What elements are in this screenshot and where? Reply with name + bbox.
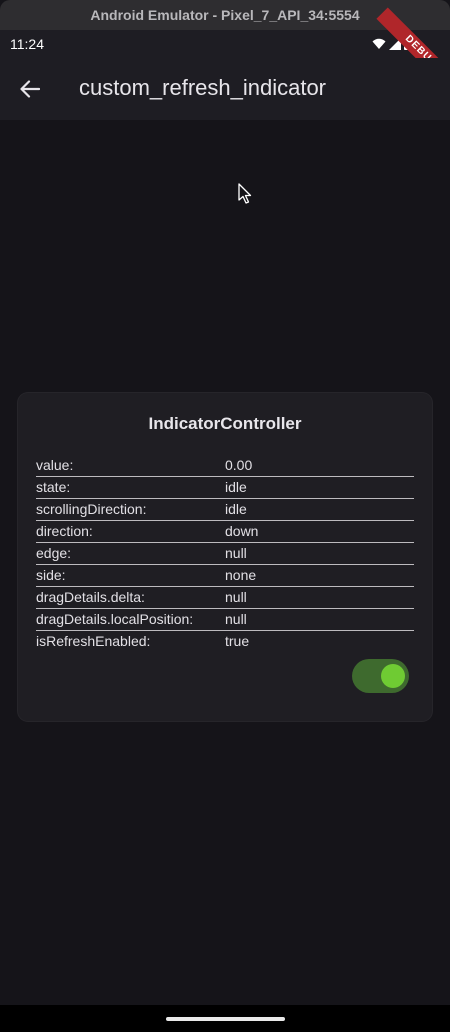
status-time: 11:24 <box>10 36 44 52</box>
app-bar: custom_refresh_indicator <box>0 58 450 120</box>
indicator-controller-card: IndicatorController value: 0.00 state: i… <box>18 393 432 721</box>
controller-properties-list: value: 0.00 state: idle scrollingDirecti… <box>36 455 414 652</box>
property-key: dragDetails.localPosition: <box>36 611 194 627</box>
back-button[interactable] <box>14 73 46 105</box>
status-bar: 11:24 <box>0 30 450 58</box>
property-row-side: side: none <box>36 565 414 587</box>
property-value: null <box>225 545 247 561</box>
property-key: state: <box>36 479 71 495</box>
property-row-value: value: 0.00 <box>36 455 414 477</box>
property-row-drag-delta: dragDetails.delta: null <box>36 587 414 609</box>
property-row-direction: direction: down <box>36 521 414 543</box>
property-key: isRefreshEnabled: <box>36 633 151 649</box>
property-row-state: state: idle <box>36 477 414 499</box>
property-value: true <box>225 633 250 649</box>
property-value: down <box>225 523 259 539</box>
refresh-enabled-toggle[interactable] <box>352 659 409 693</box>
toggle-thumb <box>381 664 405 688</box>
wifi-icon <box>372 38 386 49</box>
app-title: custom_refresh_indicator <box>79 75 327 100</box>
mouse-cursor-icon <box>238 183 252 204</box>
gesture-nav-bar <box>0 1005 450 1032</box>
property-value: null <box>225 589 247 605</box>
property-row-is-refresh-enabled: isRefreshEnabled: true <box>36 631 414 652</box>
card-title: IndicatorController <box>148 414 302 433</box>
property-value: idle <box>225 479 247 495</box>
emulator-screen: Android Emulator - Pixel_7_API_34:5554 1… <box>0 0 450 1032</box>
property-row-scrolling-direction: scrollingDirection: idle <box>36 499 414 521</box>
property-row-drag-local-position: dragDetails.localPosition: null <box>36 609 414 631</box>
property-key: dragDetails.delta: <box>36 589 145 605</box>
property-row-edge: edge: null <box>36 543 414 565</box>
property-key: edge: <box>36 545 72 561</box>
property-value: 0.00 <box>225 457 253 473</box>
property-value: idle <box>225 501 247 517</box>
property-key: scrollingDirection: <box>36 501 147 517</box>
property-value: null <box>225 611 247 627</box>
home-indicator[interactable] <box>166 1017 285 1021</box>
property-key: side: <box>36 567 66 583</box>
property-key: value: <box>36 457 74 473</box>
property-value: none <box>225 567 257 583</box>
arrow-left-icon <box>20 80 40 98</box>
property-key: direction: <box>36 523 93 539</box>
